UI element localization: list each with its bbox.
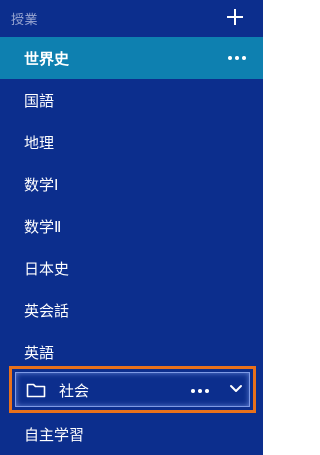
sidebar-item-geography[interactable]: 地理 xyxy=(0,121,263,163)
chevron-down-icon[interactable] xyxy=(229,384,243,394)
sidebar-header: 授業 xyxy=(0,0,263,36)
sidebar-item-label: 英会話 xyxy=(24,302,70,320)
sidebar-item-math-1[interactable]: 数学Ⅰ xyxy=(0,163,263,205)
sidebar-title: 授業 xyxy=(11,13,39,28)
sidebar-item-label: 数学Ⅰ xyxy=(24,176,59,194)
ellipsis-icon[interactable] xyxy=(189,384,211,398)
folder-item-social-studies[interactable]: 社会 xyxy=(9,366,256,413)
sidebar-item-english-conversation[interactable]: 英会話 xyxy=(0,289,263,331)
sidebar-item-japanese[interactable]: 国語 xyxy=(0,79,263,121)
ellipsis-icon[interactable] xyxy=(226,51,248,65)
sidebar-item-math-2[interactable]: 数学Ⅱ xyxy=(0,205,263,247)
sidebar-item-label: 国語 xyxy=(24,92,55,110)
sidebar-item-label: 日本史 xyxy=(24,260,70,278)
sidebar-item-label: 自主学習 xyxy=(24,426,85,444)
sidebar-item-world-history[interactable]: 世界史 xyxy=(0,37,263,79)
folder-label: 社会 xyxy=(59,382,90,400)
sidebar-item-label: 英語 xyxy=(24,344,55,362)
sidebar-item-label: 地理 xyxy=(24,134,55,152)
plus-icon[interactable] xyxy=(225,7,245,27)
sidebar-item-japanese-history[interactable]: 日本史 xyxy=(0,247,263,289)
folder-icon xyxy=(26,382,46,398)
sidebar-item-self-study[interactable]: 自主学習 xyxy=(0,413,263,455)
folder-focus-ring xyxy=(15,372,250,407)
sidebar-item-label: 数学Ⅱ xyxy=(24,218,62,236)
sidebar-item-label: 世界史 xyxy=(24,50,70,68)
